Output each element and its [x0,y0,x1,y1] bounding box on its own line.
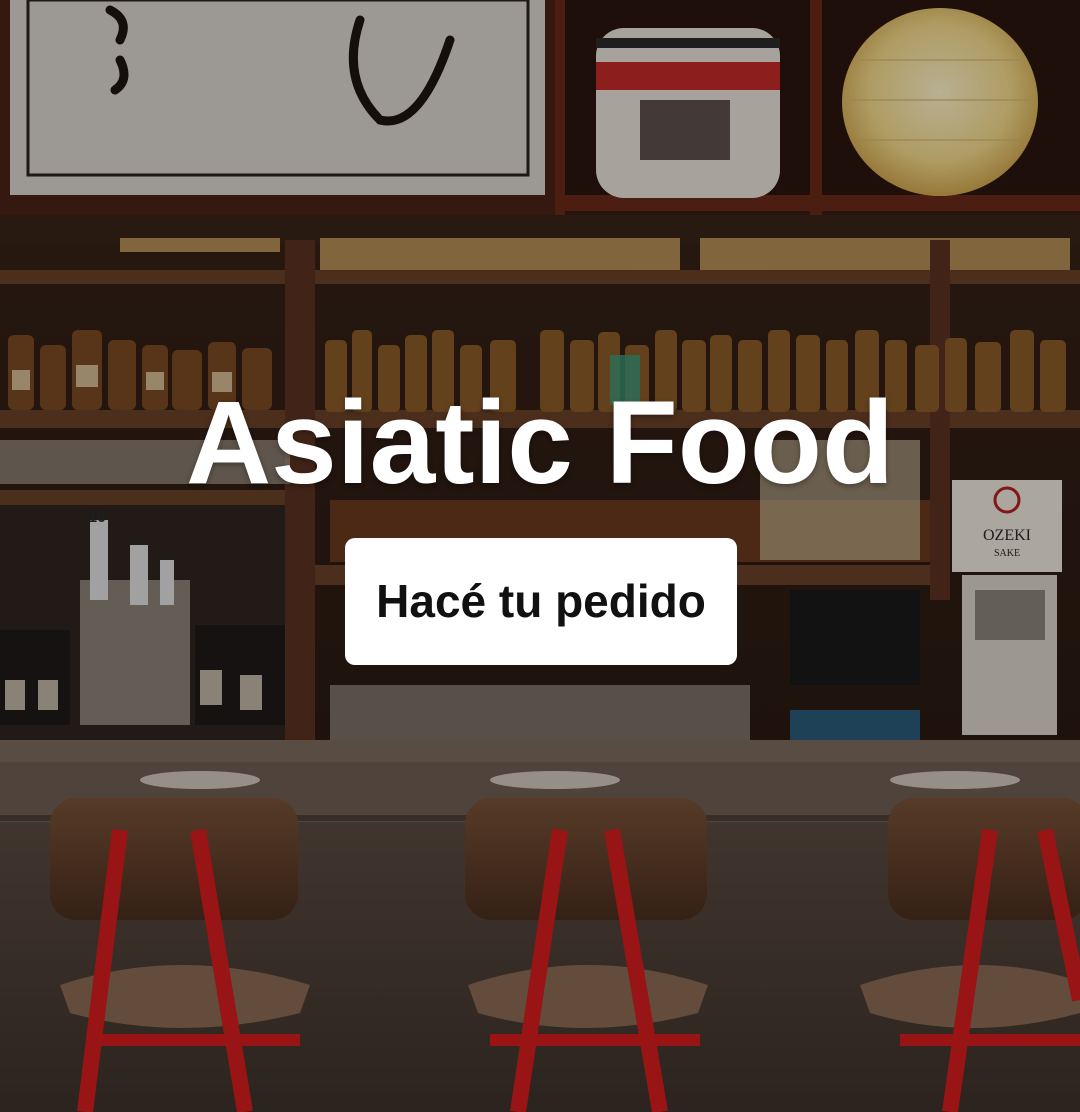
order-button[interactable]: Hacé tu pedido [345,538,737,665]
hero-title: Asiatic Food [185,377,895,509]
